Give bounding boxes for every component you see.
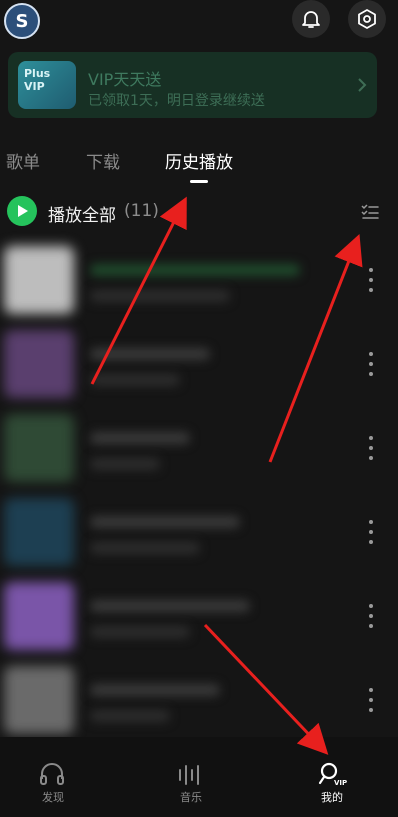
song-title-blurred bbox=[90, 264, 300, 276]
bell-icon[interactable] bbox=[292, 0, 330, 38]
more-options-icon[interactable] bbox=[366, 436, 376, 460]
song-cover bbox=[4, 414, 74, 482]
list-item[interactable] bbox=[0, 322, 398, 406]
song-cover bbox=[4, 666, 74, 734]
active-tab-indicator bbox=[190, 180, 208, 183]
history-song-list bbox=[0, 238, 398, 736]
tab-playlists[interactable]: 歌单 bbox=[6, 148, 40, 173]
song-cover bbox=[4, 246, 74, 314]
song-artist-blurred bbox=[90, 710, 170, 722]
more-options-icon[interactable] bbox=[366, 520, 376, 544]
top-bar: S bbox=[0, 0, 398, 44]
song-title-blurred bbox=[90, 432, 190, 444]
nav-mine[interactable]: VIP 我的 bbox=[292, 737, 372, 817]
nav-music-label: 音乐 bbox=[180, 791, 202, 804]
vip-banner-subtitle: 已领取1天，明日登录继续送 bbox=[88, 93, 265, 109]
vip-banner-title: VIP天天送 bbox=[88, 70, 162, 89]
vip-badge: VIP bbox=[334, 779, 347, 787]
equalizer-icon bbox=[176, 761, 204, 791]
song-cover bbox=[4, 582, 74, 650]
song-artist-blurred bbox=[90, 542, 200, 554]
tab-downloads[interactable]: 下载 bbox=[86, 148, 120, 173]
play-icon[interactable] bbox=[7, 196, 37, 226]
avatar[interactable]: S bbox=[4, 3, 40, 39]
play-all-button[interactable]: 播放全部 bbox=[48, 201, 116, 226]
play-all-row: 播放全部 (11) bbox=[0, 194, 398, 230]
vip-promo-banner[interactable]: Plus VIP VIP天天送 已领取1天，明日登录继续送 bbox=[8, 52, 377, 118]
bottom-navigation: 发现 音乐 VIP 我的 bbox=[0, 737, 398, 817]
vip-card-text: Plus VIP bbox=[24, 67, 51, 93]
nav-mine-label: 我的 bbox=[321, 791, 343, 804]
list-item[interactable] bbox=[0, 574, 398, 658]
headphones-icon bbox=[38, 761, 66, 791]
song-title-blurred bbox=[90, 516, 240, 528]
song-artist-blurred bbox=[90, 290, 230, 302]
song-title-blurred bbox=[90, 348, 210, 360]
play-all-count: (11) bbox=[124, 201, 159, 221]
list-item[interactable] bbox=[0, 238, 398, 322]
song-cover bbox=[4, 330, 74, 398]
song-cover bbox=[4, 498, 74, 566]
song-artist-blurred bbox=[90, 458, 160, 470]
multi-select-list-icon[interactable] bbox=[360, 202, 380, 226]
gear-icon[interactable] bbox=[348, 0, 386, 38]
song-artist-blurred bbox=[90, 626, 190, 638]
tab-history[interactable]: 历史播放 bbox=[165, 148, 233, 173]
vip-card-image: Plus VIP bbox=[18, 61, 76, 109]
avatar-letter: S bbox=[15, 10, 29, 32]
list-item[interactable] bbox=[0, 490, 398, 574]
song-title-blurred bbox=[90, 600, 250, 612]
chevron-right-icon bbox=[356, 75, 368, 99]
list-item[interactable] bbox=[0, 406, 398, 490]
song-title-blurred bbox=[90, 684, 220, 696]
nav-discover[interactable]: 发现 bbox=[13, 737, 93, 817]
more-options-icon[interactable] bbox=[366, 268, 376, 292]
list-item[interactable] bbox=[0, 658, 398, 742]
nav-discover-label: 发现 bbox=[42, 791, 64, 804]
nav-music[interactable]: 音乐 bbox=[151, 737, 231, 817]
more-options-icon[interactable] bbox=[366, 604, 376, 628]
song-artist-blurred bbox=[90, 374, 180, 386]
more-options-icon[interactable] bbox=[366, 352, 376, 376]
more-options-icon[interactable] bbox=[366, 688, 376, 712]
